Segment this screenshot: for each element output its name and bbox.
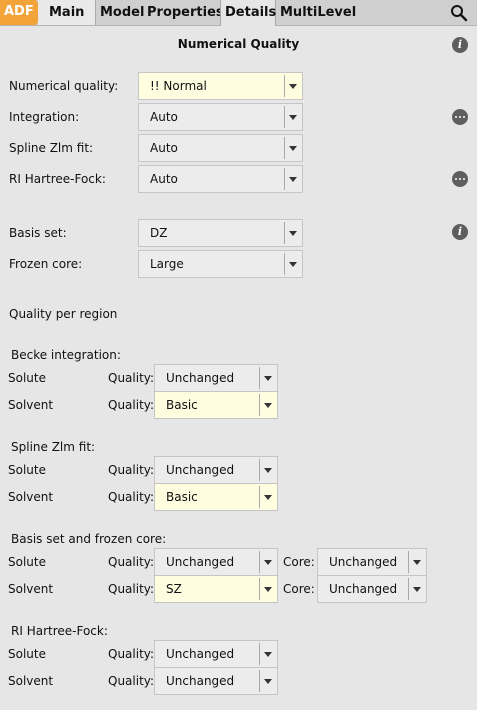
spline-solute-label: Solute (8, 463, 46, 477)
integration-dropdown[interactable]: Auto (138, 103, 303, 131)
becke-solute-quality-value: Unchanged (166, 371, 235, 385)
basis-solvent-core-dropdown[interactable]: Unchanged (317, 575, 427, 603)
panel-title: Numerical Quality (177, 37, 300, 51)
basis-solvent-quality-value: SZ (166, 582, 182, 596)
chevron-down-icon[interactable] (259, 551, 277, 573)
tab-bar: ADF Main Model Properties Details MultiL… (0, 0, 477, 26)
basis-solute-core-dropdown[interactable]: Unchanged (317, 548, 427, 576)
numerical-quality-label: Numerical quality: (9, 79, 119, 93)
basis-solute-quality-dropdown[interactable]: Unchanged (154, 548, 278, 576)
tab-model[interactable]: Model (95, 0, 144, 25)
numerical-quality-value: !! Normal (150, 79, 207, 93)
spline-label: Spline Zlm fit: (9, 141, 94, 155)
basis-solvent-quality-dropdown[interactable]: SZ (154, 575, 278, 603)
integration-value: Auto (150, 110, 178, 124)
integration-label: Integration: (9, 110, 80, 124)
basis-set-dropdown[interactable]: DZ (138, 219, 303, 247)
chevron-down-icon[interactable] (408, 551, 426, 573)
chevron-down-icon[interactable] (408, 578, 426, 600)
frozen-core-label: Frozen core: (9, 257, 83, 271)
more-options-icon[interactable] (452, 171, 468, 187)
ri-hartree-fock-label: RI Hartree-Fock: (9, 172, 106, 186)
basis-region-heading: Basis set and frozen core: (11, 532, 167, 546)
more-options-icon[interactable] (452, 109, 468, 125)
rihf-solute-quality-label: Quality: (108, 647, 155, 661)
becke-heading: Becke integration: (11, 348, 121, 362)
spline-solvent-quality-dropdown[interactable]: Basic (154, 483, 278, 511)
basis-solute-core-value: Unchanged (329, 555, 398, 569)
basis-solute-label: Solute (8, 555, 46, 569)
info-icon[interactable]: i (452, 224, 468, 240)
rihf-solute-quality-value: Unchanged (166, 647, 235, 661)
spline-solvent-label: Solvent (8, 490, 54, 504)
chevron-down-icon[interactable] (259, 459, 277, 481)
ri-hartree-fock-dropdown[interactable]: Auto (138, 165, 303, 193)
basis-solvent-label: Solvent (8, 582, 54, 596)
tab-details[interactable]: Details (220, 0, 276, 26)
ri-hartree-fock-value: Auto (150, 172, 178, 186)
tab-adf-label: ADF (4, 4, 34, 19)
rihf-solvent-quality-dropdown[interactable]: Unchanged (154, 667, 278, 695)
frozen-core-value: Large (150, 257, 184, 271)
chevron-down-icon[interactable] (259, 643, 277, 665)
basis-solute-core-label: Core: (283, 555, 315, 569)
becke-solvent-quality-value: Basic (166, 398, 198, 412)
spline-dropdown[interactable]: Auto (138, 134, 303, 162)
chevron-down-icon[interactable] (284, 75, 302, 97)
basis-solute-quality-value: Unchanged (166, 555, 235, 569)
rihf-solute-label: Solute (8, 647, 46, 661)
spline-solute-quality-label: Quality: (108, 463, 155, 477)
spline-region-heading: Spline Zlm fit: (11, 440, 96, 454)
basis-set-label: Basis set: (9, 226, 67, 240)
chevron-down-icon[interactable] (259, 486, 277, 508)
chevron-down-icon[interactable] (284, 168, 302, 190)
becke-solvent-label: Solvent (8, 398, 54, 412)
becke-solute-label: Solute (8, 371, 46, 385)
rihf-solvent-quality-label: Quality: (108, 674, 155, 688)
spline-solvent-quality-value: Basic (166, 490, 198, 504)
chevron-down-icon[interactable] (259, 670, 277, 692)
quality-per-region-heading: Quality per region (9, 307, 118, 321)
basis-solvent-core-value: Unchanged (329, 582, 398, 596)
becke-solvent-quality-dropdown[interactable]: Basic (154, 391, 278, 419)
tab-properties[interactable]: Properties (142, 0, 224, 25)
numerical-quality-dropdown[interactable]: !! Normal (138, 72, 303, 100)
chevron-down-icon[interactable] (284, 137, 302, 159)
spline-solvent-quality-label: Quality: (108, 490, 155, 504)
becke-solute-quality-label: Quality: (108, 371, 155, 385)
rihf-solvent-label: Solvent (8, 674, 54, 688)
frozen-core-dropdown[interactable]: Large (138, 250, 303, 278)
chevron-down-icon[interactable] (284, 253, 302, 275)
rihf-solute-quality-dropdown[interactable]: Unchanged (154, 640, 278, 668)
spline-solute-quality-dropdown[interactable]: Unchanged (154, 456, 278, 484)
becke-solvent-quality-label: Quality: (108, 398, 155, 412)
rihf-region-heading: RI Hartree-Fock: (11, 624, 108, 638)
basis-solvent-core-label: Core: (283, 582, 315, 596)
search-icon[interactable] (450, 4, 468, 22)
info-icon[interactable]: i (452, 37, 468, 53)
becke-solute-quality-dropdown[interactable]: Unchanged (154, 364, 278, 392)
tab-multilevel[interactable]: MultiLevel (276, 0, 356, 25)
basis-solvent-quality-label: Quality: (108, 582, 155, 596)
chevron-down-icon[interactable] (259, 394, 277, 416)
chevron-down-icon[interactable] (259, 367, 277, 389)
basis-set-value: DZ (150, 226, 168, 240)
tab-main[interactable]: Main (38, 0, 95, 25)
chevron-down-icon[interactable] (284, 106, 302, 128)
spline-solute-quality-value: Unchanged (166, 463, 235, 477)
chevron-down-icon[interactable] (259, 578, 277, 600)
chevron-down-icon[interactable] (284, 222, 302, 244)
spline-value: Auto (150, 141, 178, 155)
basis-solute-quality-label: Quality: (108, 555, 155, 569)
rihf-solvent-quality-value: Unchanged (166, 674, 235, 688)
